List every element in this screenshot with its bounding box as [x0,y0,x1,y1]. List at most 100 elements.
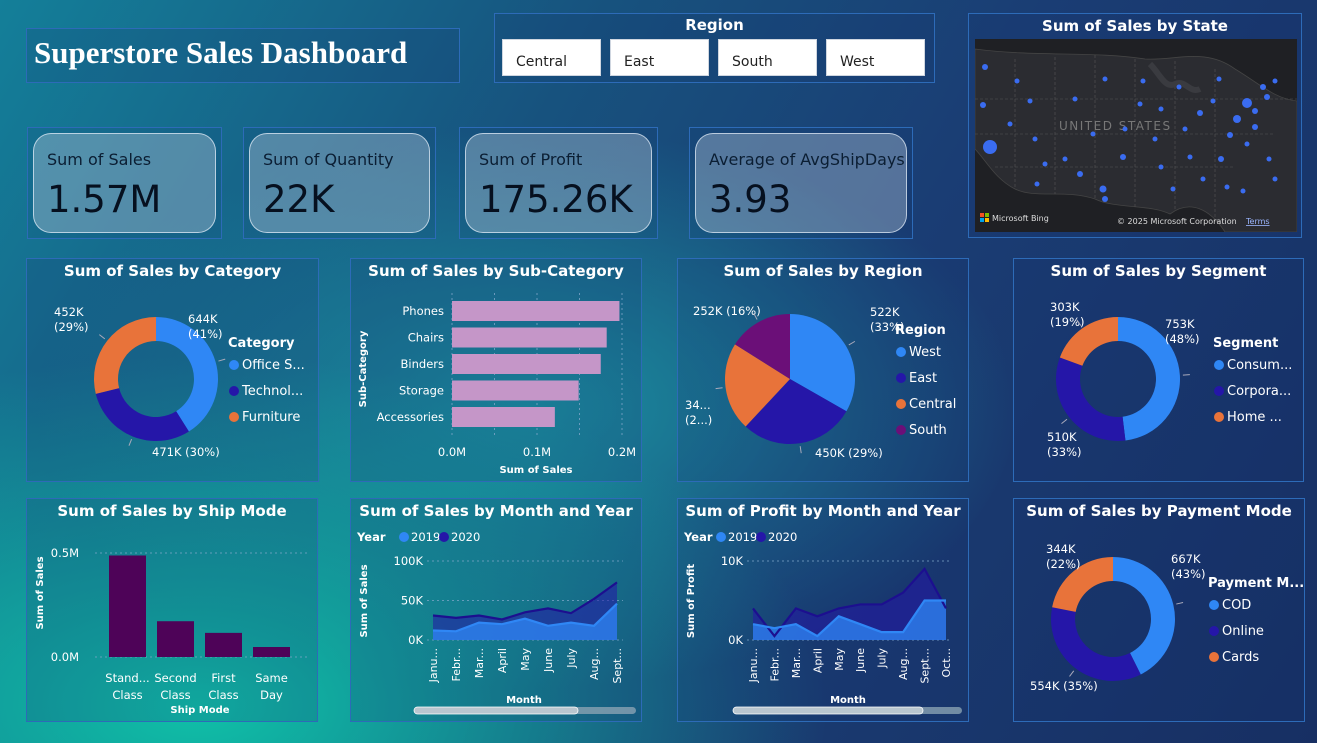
legend-marker[interactable] [1214,386,1224,396]
legend-marker[interactable] [1214,360,1224,370]
map-state-marker[interactable] [1090,131,1096,137]
legend-item[interactable]: Consum... [1227,358,1292,373]
pie-slice[interactable] [95,388,189,441]
map-state-marker[interactable] [1152,136,1158,142]
map-state-marker[interactable] [1272,78,1278,84]
map-state-marker[interactable] [982,64,988,70]
map-state-marker[interactable] [1140,78,1146,84]
map-state-marker[interactable] [1210,98,1216,104]
map-state-marker[interactable] [1272,176,1278,182]
legend-item[interactable]: Office S... [242,358,305,373]
map-state-marker[interactable] [1032,136,1038,142]
map-state-marker[interactable] [1077,171,1083,177]
map-state-marker[interactable] [1120,154,1126,160]
legend-item[interactable]: Technol... [241,384,303,399]
legend-marker[interactable] [229,412,239,422]
scrollbar-thumb[interactable] [413,706,579,715]
legend-marker[interactable] [716,532,726,542]
legend-marker[interactable] [439,532,449,542]
map-terms-link[interactable]: Terms [1245,217,1270,226]
map-state-marker[interactable] [1102,76,1108,82]
profit-month-area-chart[interactable]: Year 2019 2020 10K 0K Janu... Febr... Mar... Apr… [678,521,968,721]
shipmode-bar-chart[interactable]: 0.5M 0.0M Stand... Class Second Class First Cla… [27,521,317,721]
legend-marker[interactable] [896,373,906,383]
legend-marker[interactable] [896,347,906,357]
bar[interactable] [253,647,290,657]
map-state-marker[interactable] [1007,121,1013,127]
map-state-marker[interactable] [1176,84,1182,90]
map-state-marker[interactable] [1034,181,1040,187]
map-state-marker[interactable] [1197,110,1203,116]
pie-slice[interactable] [94,317,156,394]
legend-item[interactable]: COD [1222,598,1251,613]
map-state-marker[interactable] [1260,84,1266,90]
legend-item[interactable]: Furniture [242,410,300,425]
legend-marker[interactable] [229,386,239,396]
bar[interactable] [452,380,579,401]
legend-item[interactable]: Corpora... [1227,384,1291,399]
legend-item[interactable]: 2020 [451,530,480,544]
legend-item[interactable]: 2019 [728,530,757,544]
map-state-marker[interactable] [1252,124,1258,130]
bar[interactable] [452,301,620,321]
region-option-central[interactable]: Central [502,39,601,76]
map-state-marker[interactable] [1122,126,1128,132]
map-state-marker[interactable] [1099,185,1107,193]
legend-marker[interactable] [229,360,239,370]
map-state-marker[interactable] [1072,96,1078,102]
legend-item[interactable]: Central [909,397,956,412]
scrollbar-thumb[interactable] [732,706,924,715]
map-state-marker[interactable] [1182,126,1188,132]
bar[interactable] [205,632,242,657]
region-option-west[interactable]: West [826,39,925,76]
legend-marker[interactable] [1209,600,1219,610]
us-map[interactable]: UNITED STATES Microsoft Bing © 2025 Micr… [975,39,1297,232]
map-state-marker[interactable] [1252,108,1258,114]
bar[interactable] [452,354,601,374]
map-state-marker[interactable] [1137,101,1143,107]
map-state-marker[interactable] [1027,98,1033,104]
bar[interactable] [109,555,146,657]
segment-donut-chart[interactable]: 753K(48%) 510K(33%) 303K(19%) Segment Consum… [1014,281,1304,481]
legend-item[interactable]: Online [1222,624,1264,639]
legend-marker[interactable] [1214,412,1224,422]
region-pie-chart[interactable]: 522K(33%)450K (29%)34...(2...)252K (16%)… [678,281,968,481]
region-option-east[interactable]: East [610,39,709,76]
subcategory-bar-chart[interactable]: Phones Chairs Binders Storage Accessories 0.0… [351,281,641,481]
legend-item[interactable]: 2019 [411,530,440,544]
payment-donut-chart[interactable]: 667K(43%) 554K (35%) 344K(22%) Payment M...… [1014,521,1304,721]
map-state-marker[interactable] [1062,156,1068,162]
sales-month-area-chart[interactable]: Year 2019 2020 100K 50K 0K Janu... Febr... Mar..… [351,521,641,721]
map-state-marker[interactable] [1240,188,1246,194]
legend-item[interactable]: West [909,345,941,360]
pie-slice[interactable] [1056,357,1126,441]
map-state-marker[interactable] [1187,154,1193,160]
map-state-marker[interactable] [983,140,997,154]
map-state-marker[interactable] [1216,76,1222,82]
map-state-marker[interactable] [1242,98,1252,108]
map-canvas[interactable]: UNITED STATES Microsoft Bing © 2025 Micr… [975,39,1297,232]
bar[interactable] [452,327,607,348]
map-state-marker[interactable] [1244,141,1250,147]
map-state-marker[interactable] [1042,161,1048,167]
map-state-marker[interactable] [1158,164,1164,170]
map-state-marker[interactable] [1224,184,1230,190]
legend-marker[interactable] [399,532,409,542]
map-state-marker[interactable] [1200,176,1206,182]
map-state-marker[interactable] [1266,156,1272,162]
map-state-marker[interactable] [980,102,986,108]
map-state-marker[interactable] [1170,186,1176,192]
legend-marker[interactable] [1209,652,1219,662]
map-state-marker[interactable] [1233,115,1241,123]
legend-marker[interactable] [756,532,766,542]
bar[interactable] [157,621,194,657]
map-state-marker[interactable] [1264,94,1270,100]
legend-marker[interactable] [1209,626,1219,636]
bar[interactable] [452,407,555,427]
legend-item[interactable]: 2020 [768,530,797,544]
legend-item[interactable]: Home ... [1227,410,1282,425]
map-state-marker[interactable] [1102,196,1108,202]
map-state-marker[interactable] [1218,156,1224,162]
map-state-marker[interactable] [1158,106,1164,112]
region-option-south[interactable]: South [718,39,817,76]
